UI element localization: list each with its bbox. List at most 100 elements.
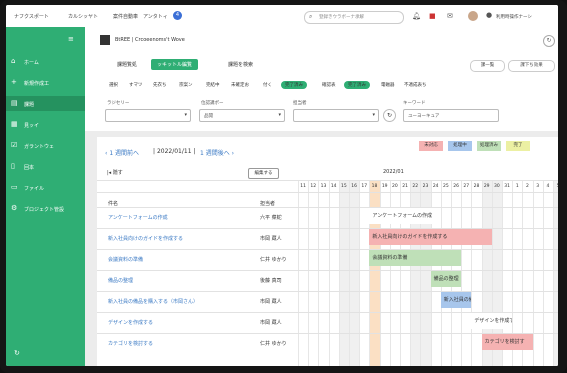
task-bar[interactable]: アンケートフォームの作成	[369, 208, 441, 224]
sidebar-item-label: 回本	[24, 165, 35, 171]
day-header: 30	[494, 184, 500, 189]
sidebar-item-new[interactable]: + 新規作成工	[6, 75, 85, 90]
filter-chip[interactable]: 宗案ン	[179, 82, 193, 88]
day-header: 12	[310, 184, 317, 189]
folder-icon: ▭	[11, 183, 18, 191]
sidebar-item-files[interactable]: ▭ ファイル	[6, 180, 85, 195]
main-content: BtREE | Crcoeenoms't Wove ↻ 課題覧処 ッキットル編覧…	[85, 27, 558, 366]
sidebar-item-gantt[interactable]: ☑ ガラントウェ	[6, 138, 85, 153]
day-header: 20	[392, 184, 398, 189]
filter-chip[interactable]: すマツ	[129, 82, 143, 88]
category-select[interactable]: ▾	[105, 109, 191, 122]
task-owner: 仁井 ゆかり	[260, 341, 287, 347]
refresh-icon[interactable]: ↻	[543, 35, 555, 47]
day-header: 31	[504, 184, 510, 189]
keyword-input[interactable]: ユーヨーキュア	[403, 109, 499, 122]
grid-icon[interactable]: ●	[486, 11, 492, 19]
task-bar[interactable]: 新入社員向けのガイドを作成する	[369, 229, 492, 245]
sidebar-item-settings[interactable]: ⚙ ブロジェクト管設	[6, 201, 85, 216]
task-name[interactable]: 備品の整理	[108, 277, 133, 284]
row-divider	[97, 249, 558, 250]
next-week-link[interactable]: 1 週間後へ ›	[200, 148, 234, 157]
refresh-filter-icon[interactable]: ↻	[383, 109, 396, 122]
project-title: BtREE | Crcoeenoms't Wove	[115, 37, 185, 43]
topnav-item[interactable]: アンタトィ	[143, 13, 168, 20]
task-name[interactable]: 会議資料の準備	[108, 256, 143, 263]
topnav-item[interactable]: カルシッヤト	[68, 13, 98, 20]
month-label: 2022/01	[383, 169, 404, 175]
edit-button[interactable]: 編集する	[248, 168, 279, 179]
task-bar[interactable]: カテゴリを検討す	[481, 334, 533, 350]
day-header: 1	[515, 184, 519, 189]
sidebar-item-issues[interactable]: ▤ 課題	[6, 96, 85, 111]
task-owner: 仁井 ゆかり	[260, 257, 287, 263]
list-button[interactable]: 課一覧	[470, 60, 505, 72]
user-menu[interactable]: 利用時操作ナーシ	[496, 14, 532, 20]
day-header: 15	[341, 184, 347, 189]
topnav-item[interactable]: 案件自動車	[113, 13, 138, 20]
sidebar-item-label: ホーム	[24, 60, 39, 66]
search-input[interactable]: ⌕ 登録きウラボーナ承解	[304, 11, 404, 24]
legend-in-progress: 処理中	[448, 141, 472, 151]
day-header: 11	[300, 184, 306, 189]
collapse-toggle[interactable]: |◂ 隠す	[107, 169, 123, 176]
task-name[interactable]: デザインを作成する	[108, 319, 153, 326]
tab-issues[interactable]: 課題覧処	[117, 61, 137, 68]
task-owner: 後藤 真司	[260, 278, 282, 284]
alert-icon[interactable]: ■	[429, 12, 436, 20]
task-bar[interactable]: 備品の整理	[430, 271, 462, 287]
task-bar[interactable]: デザインを作成する	[471, 313, 513, 329]
day-header: 28	[473, 184, 480, 189]
collapse-sidebar-icon[interactable]: ≡	[68, 35, 74, 43]
gantt-panel: 未対応 処理中 処理済み 完了 ‹ 1 週間前へ | 2022/01/11 | …	[97, 137, 558, 366]
current-date: | 2022/01/11 |	[153, 148, 196, 155]
day-header: 23	[422, 184, 429, 189]
day-header: 27	[463, 184, 470, 189]
filter-chip-active[interactable]: 完了済み	[281, 81, 307, 89]
milestone-select[interactable]: 品開 ▾	[199, 109, 285, 122]
filter-chip[interactable]: 確認表	[322, 82, 336, 88]
task-name[interactable]: 新入社員向けのガイドを作成する	[108, 235, 183, 242]
filter-chip[interactable]: 選択	[109, 82, 118, 88]
bell-icon[interactable]: 🔔︎	[412, 12, 421, 20]
filter-chip[interactable]: 不適成表ち	[404, 82, 427, 88]
filter-chip[interactable]: 先衣ち	[153, 82, 167, 88]
home-icon: ⌂	[11, 57, 16, 65]
task-name[interactable]: カテゴリを検討する	[108, 340, 153, 347]
column-task-header: 件名	[108, 201, 119, 207]
avatar[interactable]	[468, 11, 478, 21]
assignee-select[interactable]: ▾	[293, 109, 379, 122]
tab-search[interactable]: 課題を検索	[228, 61, 253, 68]
sidebar-item-label: 新規作成工	[24, 81, 50, 87]
plus-icon: +	[11, 78, 17, 86]
sidebar-item-home[interactable]: ⌂ ホーム	[6, 54, 85, 69]
prev-week-link[interactable]: ‹ 1 週間前へ	[105, 148, 139, 157]
legend-closed: 完了	[506, 141, 530, 151]
task-name[interactable]: アンケートフォームの作成	[108, 214, 168, 221]
filter-button[interactable]: 課下ち効果	[508, 60, 555, 72]
chevron-down-icon: ▾	[184, 112, 187, 118]
filter-chip-active[interactable]: 完了済み	[344, 81, 370, 89]
help-icon[interactable]: ↻	[14, 349, 20, 357]
task-bar[interactable]: 会議資料の準備	[369, 250, 462, 266]
filter-chip[interactable]: 電磁器	[381, 82, 395, 88]
row-divider	[97, 207, 558, 208]
row-divider	[97, 270, 558, 271]
task-bar[interactable]: 新入社員の備品を購入する（市岡さん）	[440, 292, 472, 308]
app-screen: ナフクスポート カルシッヤト 案件自動車 アンタトィ 4 ⌕ 登録きウラボーナ承…	[6, 5, 558, 366]
sidebar-item-label: 課題	[24, 102, 35, 108]
topnav-item[interactable]: ナフクスポート	[14, 13, 49, 20]
day-header: 13	[320, 184, 327, 189]
task-owner: 六平 菜蛇	[260, 215, 282, 221]
tab-gantt[interactable]: ッキットル編覧	[151, 59, 199, 70]
day-header: 3	[536, 184, 540, 189]
filter-chip[interactable]: 完結中	[206, 82, 220, 88]
list-icon: ▤	[11, 99, 18, 107]
filter-chip[interactable]: 付く	[263, 82, 272, 88]
task-name[interactable]: 新入社員の備品を購入する（市岡さん）	[108, 298, 198, 305]
sidebar-item-table[interactable]: ▦ 見ッイ	[6, 117, 85, 132]
chat-icon[interactable]: ✉	[447, 12, 453, 20]
filter-chip[interactable]: 未確定お	[231, 82, 249, 88]
task-owner: 市岡 蔵人	[260, 299, 282, 305]
sidebar-item-docs[interactable]: ▯ 回本	[6, 159, 85, 174]
